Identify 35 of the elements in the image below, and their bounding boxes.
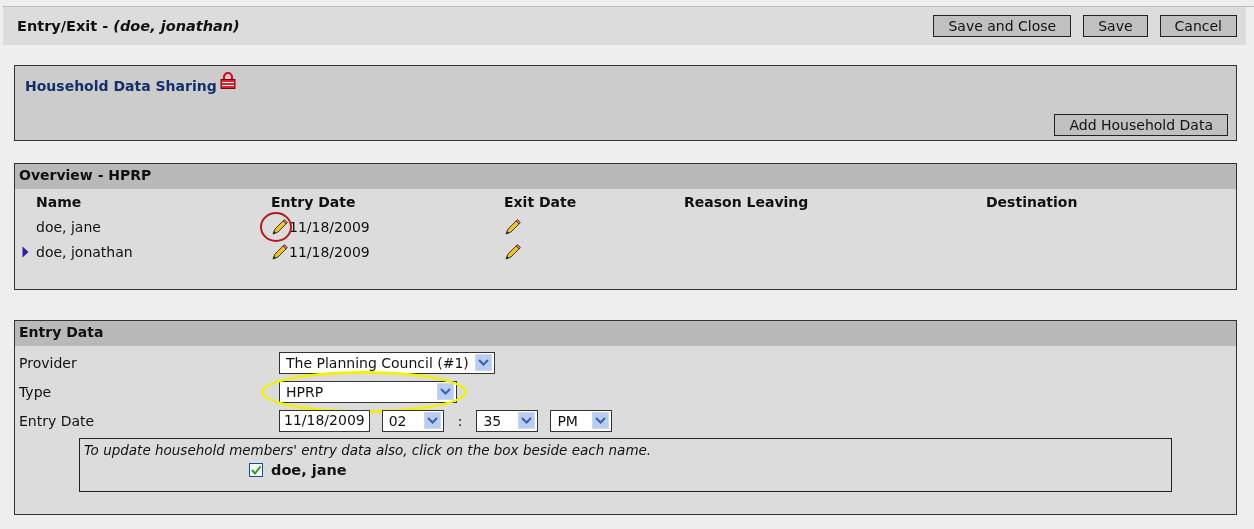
table-cell: doe, jane: [36, 218, 101, 235]
column-header: Name: [35, 193, 83, 210]
pencil-icon[interactable]: [504, 217, 522, 236]
save-and-close-button[interactable]: Save and Close: [933, 15, 1072, 37]
section-title: Household Data Sharing: [25, 77, 217, 94]
page-title: Entry/Exit - (doe, jonathan): [17, 18, 240, 34]
column-header: Reason Leaving: [684, 193, 810, 210]
field-label: Entry Date: [19, 412, 96, 429]
pencil-icon[interactable]: [271, 217, 289, 236]
dropdown[interactable]: PM: [550, 409, 613, 432]
time-separator: :: [457, 412, 463, 429]
column-header: Destination: [986, 193, 1079, 210]
checkmark-icon: [250, 464, 262, 476]
checkbox[interactable]: [249, 463, 263, 477]
member-name: doe, jane: [271, 462, 347, 478]
field-label: Type: [19, 383, 53, 400]
table-cell: 11/18/2009: [289, 243, 370, 260]
dropdown[interactable]: 02: [381, 409, 444, 432]
section-header: Overview - HPRP: [15, 164, 1236, 189]
save-button[interactable]: Save: [1083, 15, 1148, 37]
column-header: Entry Date: [271, 193, 357, 210]
table-cell: 11/18/2009: [289, 218, 370, 235]
pencil-icon[interactable]: [271, 242, 289, 261]
instruction-text: To update household members' entry data also, click on the box beside each name.: [84, 442, 653, 458]
date-field[interactable]: 11/18/2009: [279, 409, 370, 432]
dropdown[interactable]: 35: [476, 409, 539, 432]
column-header: Exit Date: [504, 193, 578, 210]
add-household-data-button[interactable]: Add Household Data: [1054, 114, 1228, 136]
table-cell: doe, jonathan: [36, 243, 133, 260]
cancel-button[interactable]: Cancel: [1159, 15, 1237, 37]
pencil-icon[interactable]: [504, 242, 522, 261]
section-header: Entry Data: [15, 321, 1236, 346]
dropdown[interactable]: HPRP: [279, 380, 457, 403]
dropdown[interactable]: The Planning Council (#1): [279, 351, 495, 374]
field-label: Provider: [19, 354, 78, 371]
